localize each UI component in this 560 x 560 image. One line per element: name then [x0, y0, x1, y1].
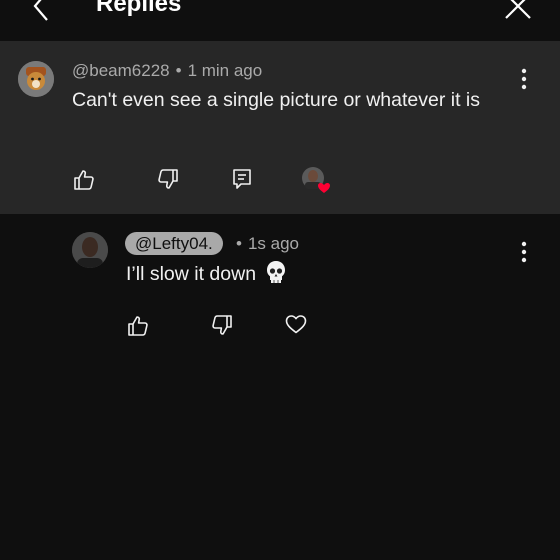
- comment-text: I’ll slow it down: [126, 263, 257, 285]
- reply-author-badge[interactable]: @Lefty04.: [125, 232, 223, 255]
- reply-icon[interactable]: [230, 167, 254, 191]
- comment-time: 1s ago: [247, 234, 299, 253]
- page-title: Replies: [96, 0, 182, 17]
- more-options-icon[interactable]: [514, 240, 534, 264]
- avatar[interactable]: [72, 232, 108, 268]
- comment-text: Can't even see a single picture or whate…: [72, 89, 481, 111]
- avatar[interactable]: [18, 61, 54, 97]
- header: Replies: [0, 0, 560, 41]
- meta-separator: •: [175, 61, 182, 80]
- close-icon[interactable]: [504, 0, 532, 20]
- thumbs-down-icon[interactable]: [156, 167, 180, 191]
- heart-icon[interactable]: [284, 312, 308, 336]
- thumbs-down-icon[interactable]: [210, 313, 234, 337]
- thumbs-up-icon[interactable]: [72, 168, 96, 192]
- comment-author[interactable]: @beam6228: [72, 61, 170, 80]
- skull-icon: [267, 261, 286, 283]
- comment-meta: • 1s ago: [236, 234, 299, 254]
- more-options-icon[interactable]: [514, 67, 534, 91]
- reply-comment: @Lefty04. • 1s ago I’ll slow it down: [0, 214, 560, 560]
- creator-heart-badge: [302, 167, 330, 195]
- thumbs-up-icon[interactable]: [126, 314, 150, 338]
- parent-comment: @beam6228 • 1 min ago Can't even see a sin…: [0, 41, 560, 214]
- comment-text-row: I’ll slow it down: [126, 259, 287, 289]
- chevron-left-icon[interactable]: [28, 0, 54, 22]
- meta-separator: •: [236, 234, 242, 253]
- comment-time: 1 min ago: [187, 61, 263, 80]
- comment-meta: @beam6228 • 1 min ago: [72, 61, 262, 81]
